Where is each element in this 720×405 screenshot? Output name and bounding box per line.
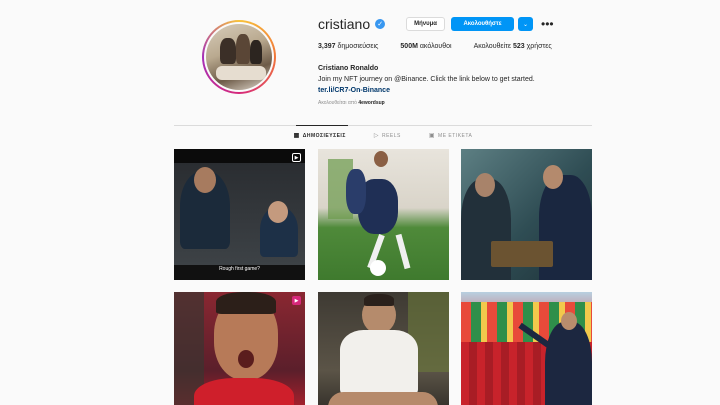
post-image-part [216,292,276,314]
post-image-part [364,294,394,306]
soccer-ball [370,260,386,276]
verified-badge-icon: ✓ [375,19,386,29]
bio-text: Join my NFT journey on @Binance. Click t… [318,76,535,83]
post-image-part [340,330,418,396]
avatar-figure [236,34,250,64]
post-image-part [346,169,366,214]
post-thumbnail[interactable] [461,292,592,405]
post-thumbnail[interactable]: ▶ [174,292,305,405]
reel-icon: ▶ [292,296,301,305]
post-image-part [561,312,577,330]
post-image-part [194,167,216,193]
tabs-divider [174,125,592,126]
post-image-part [545,322,592,405]
active-tab-indicator [296,125,348,126]
reel-icon: ▶ [292,153,301,162]
avatar-image [206,24,272,90]
grid-icon: ▦ [293,133,300,139]
tab-reels[interactable]: ▷ REELS [373,132,401,140]
post-image-part [328,392,438,405]
profile-stats: 3,397 δημοσιεύσεις 500M ακόλουθοι Ακολου… [318,43,574,50]
following-label: Ακολουθείτε [473,43,511,50]
post-image-part [395,233,411,270]
followers-label: ακόλουθοι [419,43,452,50]
tab-posts-label: ΔΗΜΟΣΙΕΥΣΕΙΣ [302,132,346,139]
tab-posts[interactable]: ▦ ΔΗΜΟΣΙΕΥΣΕΙΣ [293,132,346,140]
post-thumbnail[interactable]: ▶ Rough first game? [174,149,305,280]
post-thumbnail[interactable] [461,149,592,280]
follow-button[interactable]: Ακολουθήστε [451,17,514,31]
post-caption: Rough first game? [219,266,260,272]
following-count: 523 [512,43,525,50]
chevron-down-icon: ⌄ [522,21,529,28]
post-image-part [268,201,288,223]
post-thumbnail[interactable] [318,292,449,405]
post-image-part [194,378,294,405]
full-name: Cristiano Ronaldo [318,65,379,72]
more-options-icon[interactable]: ••• [541,18,554,30]
avatar-figure [250,40,262,64]
message-button[interactable]: Μήνυμα [406,17,445,31]
profile-tabs: ▦ ΔΗΜΟΣΙΕΥΣΕΙΣ ▷ REELS ▣ ΜΕ ΕΤΙΚΕΤΑ [174,132,592,140]
tab-reels-label: REELS [381,132,401,139]
followed-by-label: Ακολουθείται από [318,100,357,106]
tagged-icon: ▣ [428,133,436,139]
reels-icon: ▷ [373,133,379,139]
post-image-part [374,151,388,167]
avatar-sofa [216,66,266,80]
post-image-part [238,350,254,368]
chessboard [491,241,553,267]
profile-avatar[interactable] [202,20,276,94]
profile-bio: Cristiano Ronaldo Join my NFT journey on… [318,63,535,96]
suggested-dropdown-button[interactable]: ⌄ [518,17,533,31]
posts-label: δημοσιεύσεις [337,43,379,50]
post-thumbnail[interactable] [318,149,449,280]
posts-stat: 3,397 δημοσιεύσεις [318,43,378,50]
avatar-figure [220,38,236,64]
followed-by-user[interactable]: 4ewordsup [358,100,384,106]
username: cristiano [318,16,371,32]
posts-count: 3,397 [318,43,336,50]
following-suffix: χρήστες [526,43,552,50]
tab-tagged[interactable]: ▣ ΜΕ ΕΤΙΚΕΤΑ [428,132,473,140]
profile-header-row: cristiano ✓ Μήνυμα Ακολουθήστε ⌄ ••• [318,15,554,33]
following-stat[interactable]: Ακολουθείτε 523 χρήστες [474,43,552,50]
bio-link[interactable]: ter.li/CR7-On-Binance [318,85,535,96]
followers-stat[interactable]: 500M ακόλουθοι [400,43,451,50]
post-image-part [543,165,563,189]
avatar-border [204,22,274,92]
post-image-part [174,149,305,163]
post-image-part [475,173,495,197]
tab-tagged-label: ΜΕ ΕΤΙΚΕΤΑ [438,132,473,139]
followed-by[interactable]: Ακολουθείται από 4ewordsup [318,100,385,106]
followers-count: 500M [400,43,418,50]
